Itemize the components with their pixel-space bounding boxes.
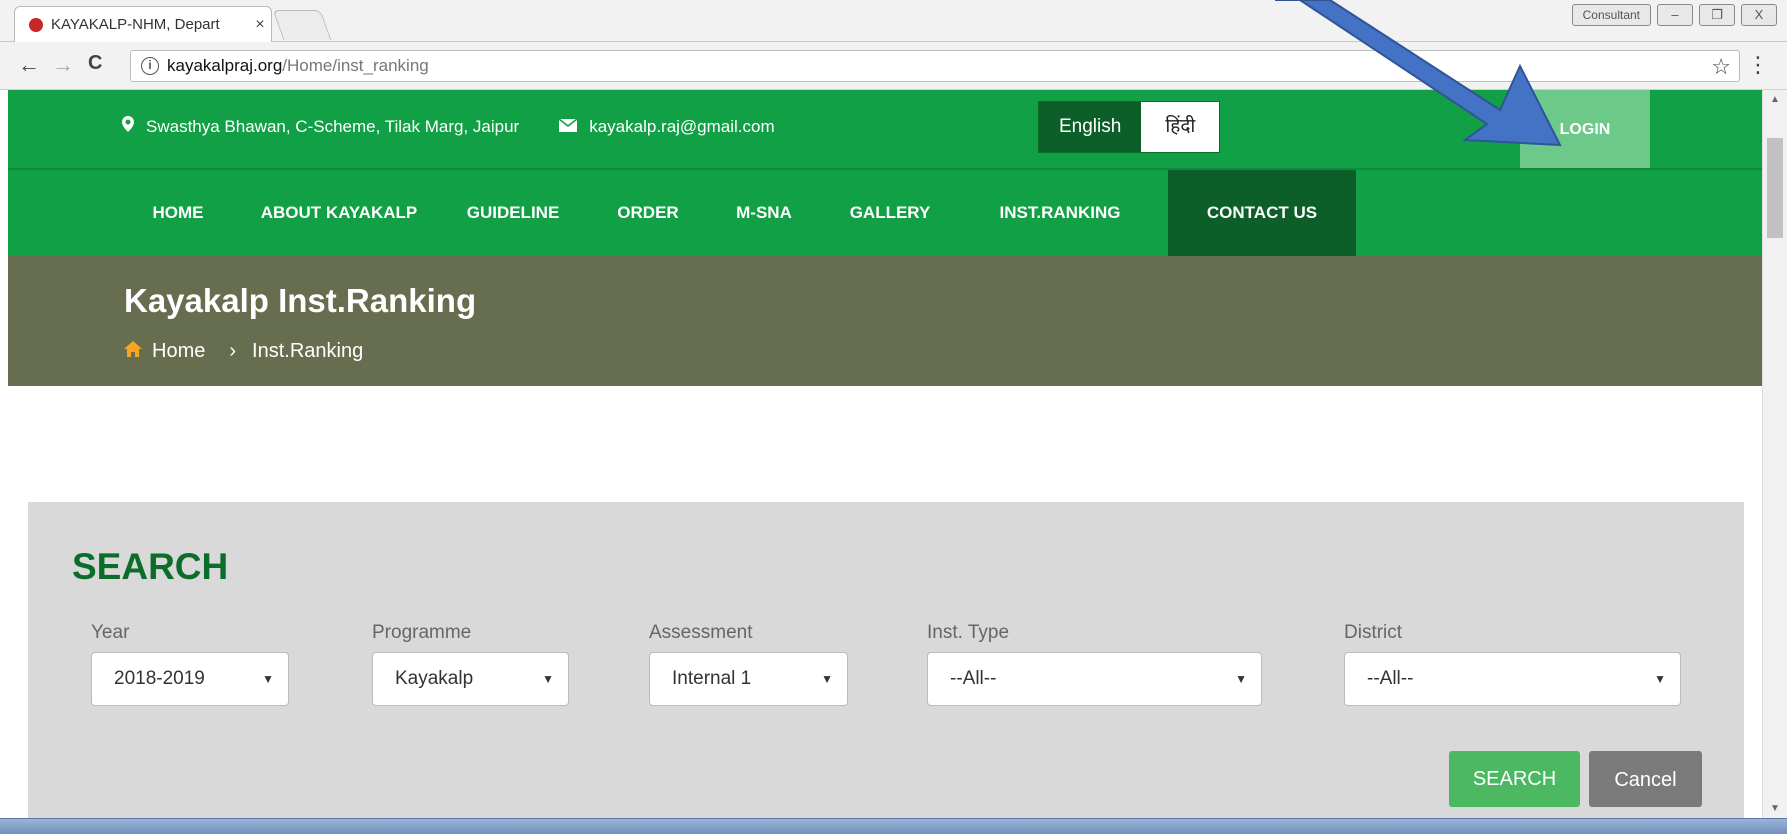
search-panel: SEARCH Year 2018-2019 ▼ Programme Kayaka… [28, 502, 1744, 834]
nav-contact-us[interactable]: CONTACT US [1168, 170, 1356, 256]
bookmark-star-icon[interactable]: ☆ [1711, 54, 1731, 80]
language-switcher: English हिंदी [1038, 101, 1221, 153]
inst-type-value: --All-- [950, 668, 997, 689]
page-banner: Kayakalp Inst.Ranking Home › Inst.Rankin… [8, 256, 1762, 386]
dropdown-caret-icon: ▼ [262, 672, 274, 686]
programme-value: Kayakalp [395, 668, 474, 689]
reload-icon[interactable]: C [88, 52, 102, 75]
page-title: Kayakalp Inst.Ranking [124, 282, 477, 319]
tab-close-icon[interactable]: × [249, 16, 271, 34]
main-nav: HOME ABOUT KAYAKALP GUIDELINE ORDER M-SN… [8, 168, 1762, 256]
district-label: District [1344, 622, 1403, 643]
programme-label: Programme [372, 622, 472, 643]
nav-inst-ranking[interactable]: INST.RANKING [970, 170, 1150, 256]
login-button[interactable]: LOGIN [1520, 90, 1650, 170]
browser-tab-bar: KAYAKALP-NHM, Depart × Consultant – ❐ X [0, 0, 1787, 42]
nav-m-sna[interactable]: M-SNA [714, 170, 814, 256]
breadcrumb-current: Inst.Ranking [252, 340, 364, 362]
site-top-bar: Swasthya Bhawan, C-Scheme, Tilak Marg, J… [8, 90, 1762, 170]
page-scrollbar[interactable]: ▲ ▼ [1762, 90, 1787, 818]
browser-tab[interactable]: KAYAKALP-NHM, Depart × [14, 6, 272, 42]
dropdown-caret-icon: ▼ [542, 672, 554, 686]
assessment-label: Assessment [649, 622, 753, 643]
url-path: /Home/inst_ranking [282, 56, 429, 75]
search-heading: SEARCH [72, 546, 229, 587]
browser-toolbar: ← → C i kayakalpraj.org/Home/inst_rankin… [0, 42, 1787, 90]
nav-gallery[interactable]: GALLERY [830, 170, 950, 256]
info-icon[interactable]: i [141, 57, 159, 75]
address-bar[interactable]: i kayakalpraj.org/Home/inst_ranking [130, 50, 1740, 82]
restore-icon[interactable]: ❐ [1699, 4, 1735, 26]
browser-menu-icon[interactable]: ⋮ [1747, 52, 1769, 78]
breadcrumb: Home › Inst.Ranking [124, 340, 363, 363]
map-pin-icon [122, 116, 134, 137]
forward-arrow-icon[interactable]: → [52, 52, 74, 78]
address-text: Swasthya Bhawan, C-Scheme, Tilak Marg, J… [146, 116, 520, 136]
programme-select[interactable]: Kayakalp ▼ [372, 652, 569, 706]
contact-info: Swasthya Bhawan, C-Scheme, Tilak Marg, J… [122, 116, 775, 137]
nav-order[interactable]: ORDER [598, 170, 698, 256]
back-arrow-icon[interactable]: ← [18, 52, 40, 78]
breadcrumb-separator-icon: › [229, 340, 237, 362]
lang-hindi-button[interactable]: हिंदी [1141, 102, 1220, 152]
scroll-down-icon[interactable]: ▼ [1770, 803, 1780, 814]
district-value: --All-- [1367, 668, 1414, 689]
email-text[interactable]: kayakalp.raj@gmail.com [589, 117, 774, 137]
scroll-up-icon[interactable]: ▲ [1770, 94, 1780, 105]
os-taskbar [0, 818, 1787, 834]
dropdown-caret-icon: ▼ [1235, 672, 1247, 686]
assessment-select[interactable]: Internal 1 ▼ [649, 652, 848, 706]
home-icon [124, 341, 142, 362]
scroll-thumb[interactable] [1767, 138, 1783, 238]
new-tab-button[interactable] [272, 10, 332, 40]
site-favicon-icon [29, 17, 43, 32]
assessment-value: Internal 1 [672, 668, 752, 689]
window-controls: Consultant – ❐ X [1571, 4, 1777, 26]
dropdown-caret-icon: ▼ [1654, 672, 1666, 686]
breadcrumb-home[interactable]: Home [152, 340, 205, 363]
tab-title: KAYAKALP-NHM, Depart [51, 16, 220, 33]
year-value: 2018-2019 [114, 668, 205, 689]
url-host: kayakalpraj.org [167, 56, 283, 75]
minimize-icon[interactable]: – [1657, 4, 1693, 26]
envelope-icon [558, 117, 578, 135]
cancel-button[interactable]: Cancel [1589, 751, 1702, 807]
inst-type-select[interactable]: --All-- ▼ [927, 652, 1262, 706]
close-window-icon[interactable]: X [1741, 4, 1777, 26]
year-select[interactable]: 2018-2019 ▼ [91, 652, 289, 706]
search-button[interactable]: SEARCH [1449, 751, 1580, 807]
dropdown-caret-icon: ▼ [821, 672, 833, 686]
nav-about-kayakalp[interactable]: ABOUT KAYAKALP [244, 170, 434, 256]
year-label: Year [91, 622, 130, 643]
profile-badge[interactable]: Consultant [1571, 4, 1651, 26]
nav-home[interactable]: HOME [128, 170, 228, 256]
district-select[interactable]: --All-- ▼ [1344, 652, 1681, 706]
nav-guideline[interactable]: GUIDELINE [448, 170, 578, 256]
inst-type-label: Inst. Type [927, 622, 1010, 643]
lang-english-button[interactable]: English [1039, 102, 1142, 152]
